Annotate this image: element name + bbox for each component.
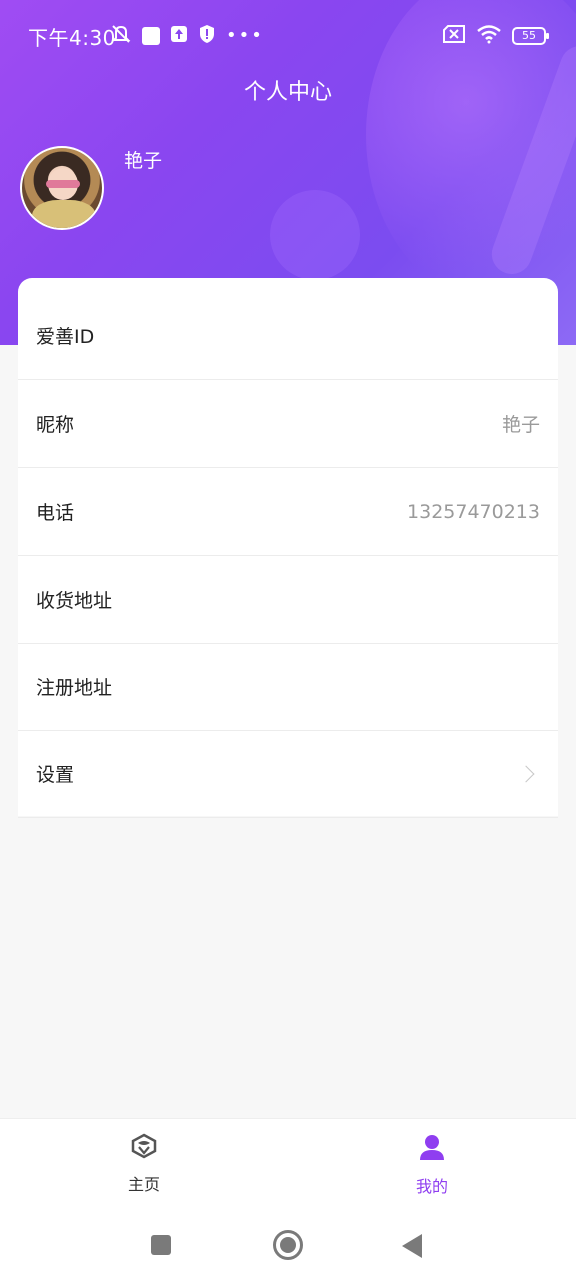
more-dots-icon: ••• (226, 25, 264, 46)
row-shipping-address[interactable]: 收货地址 (18, 556, 558, 644)
avatar[interactable] (20, 146, 104, 230)
row-label: 注册地址 (36, 677, 113, 699)
chevron-right-icon (517, 765, 535, 782)
avatar-glasses (46, 180, 80, 188)
mute-icon (110, 24, 132, 48)
row-phone[interactable]: 电话 13257470213 (18, 468, 558, 556)
row-settings[interactable]: 设置 (18, 730, 558, 818)
row-aishan-id[interactable]: 爱善ID (18, 292, 558, 380)
row-registered-address[interactable]: 注册地址 (18, 643, 558, 731)
person-icon (418, 1135, 446, 1165)
row-label: 昵称 (36, 414, 75, 436)
row-label: 电话 (36, 502, 75, 524)
status-bar: 下午4:30 ••• 55 (0, 0, 576, 72)
status-icons-right: 55 (442, 24, 549, 48)
system-nav-bar (0, 1214, 576, 1280)
tab-home[interactable]: 主页 (84, 1133, 204, 1195)
home-button[interactable] (273, 1230, 303, 1260)
notification-icon (142, 27, 160, 45)
tab-mine-label: 我的 (415, 1177, 448, 1196)
row-label: 收货地址 (36, 590, 113, 612)
status-icons-left: ••• (110, 24, 264, 48)
bottom-tab-bar: 主页 我的 (0, 1118, 576, 1214)
tab-home-label: 主页 (127, 1175, 160, 1194)
home-logo-icon (130, 1133, 158, 1163)
user-name: 艳子 (124, 150, 163, 172)
status-time: 下午4:30 (28, 26, 116, 50)
row-label: 设置 (36, 764, 75, 786)
row-value: 13257470213 (407, 500, 540, 523)
avatar-body (32, 200, 96, 228)
battery-icon: 55 (512, 27, 549, 45)
recent-apps-button[interactable] (151, 1235, 171, 1255)
row-label: 爱善ID (36, 326, 95, 348)
back-button[interactable] (402, 1234, 422, 1258)
row-nickname[interactable]: 昵称 艳子 (18, 380, 558, 468)
wifi-icon (476, 24, 502, 48)
sim-error-icon (442, 25, 466, 47)
upload-icon (170, 25, 188, 47)
shield-icon (198, 24, 216, 48)
profile-card: 爱善ID 昵称 艳子 电话 13257470213 收货地址 注册地址 设置 (18, 278, 558, 818)
page-title: 个人中心 (243, 80, 332, 105)
row-value: 艳子 (501, 414, 540, 436)
decorative-blob (270, 190, 360, 280)
tab-mine[interactable]: 我的 (372, 1133, 492, 1197)
